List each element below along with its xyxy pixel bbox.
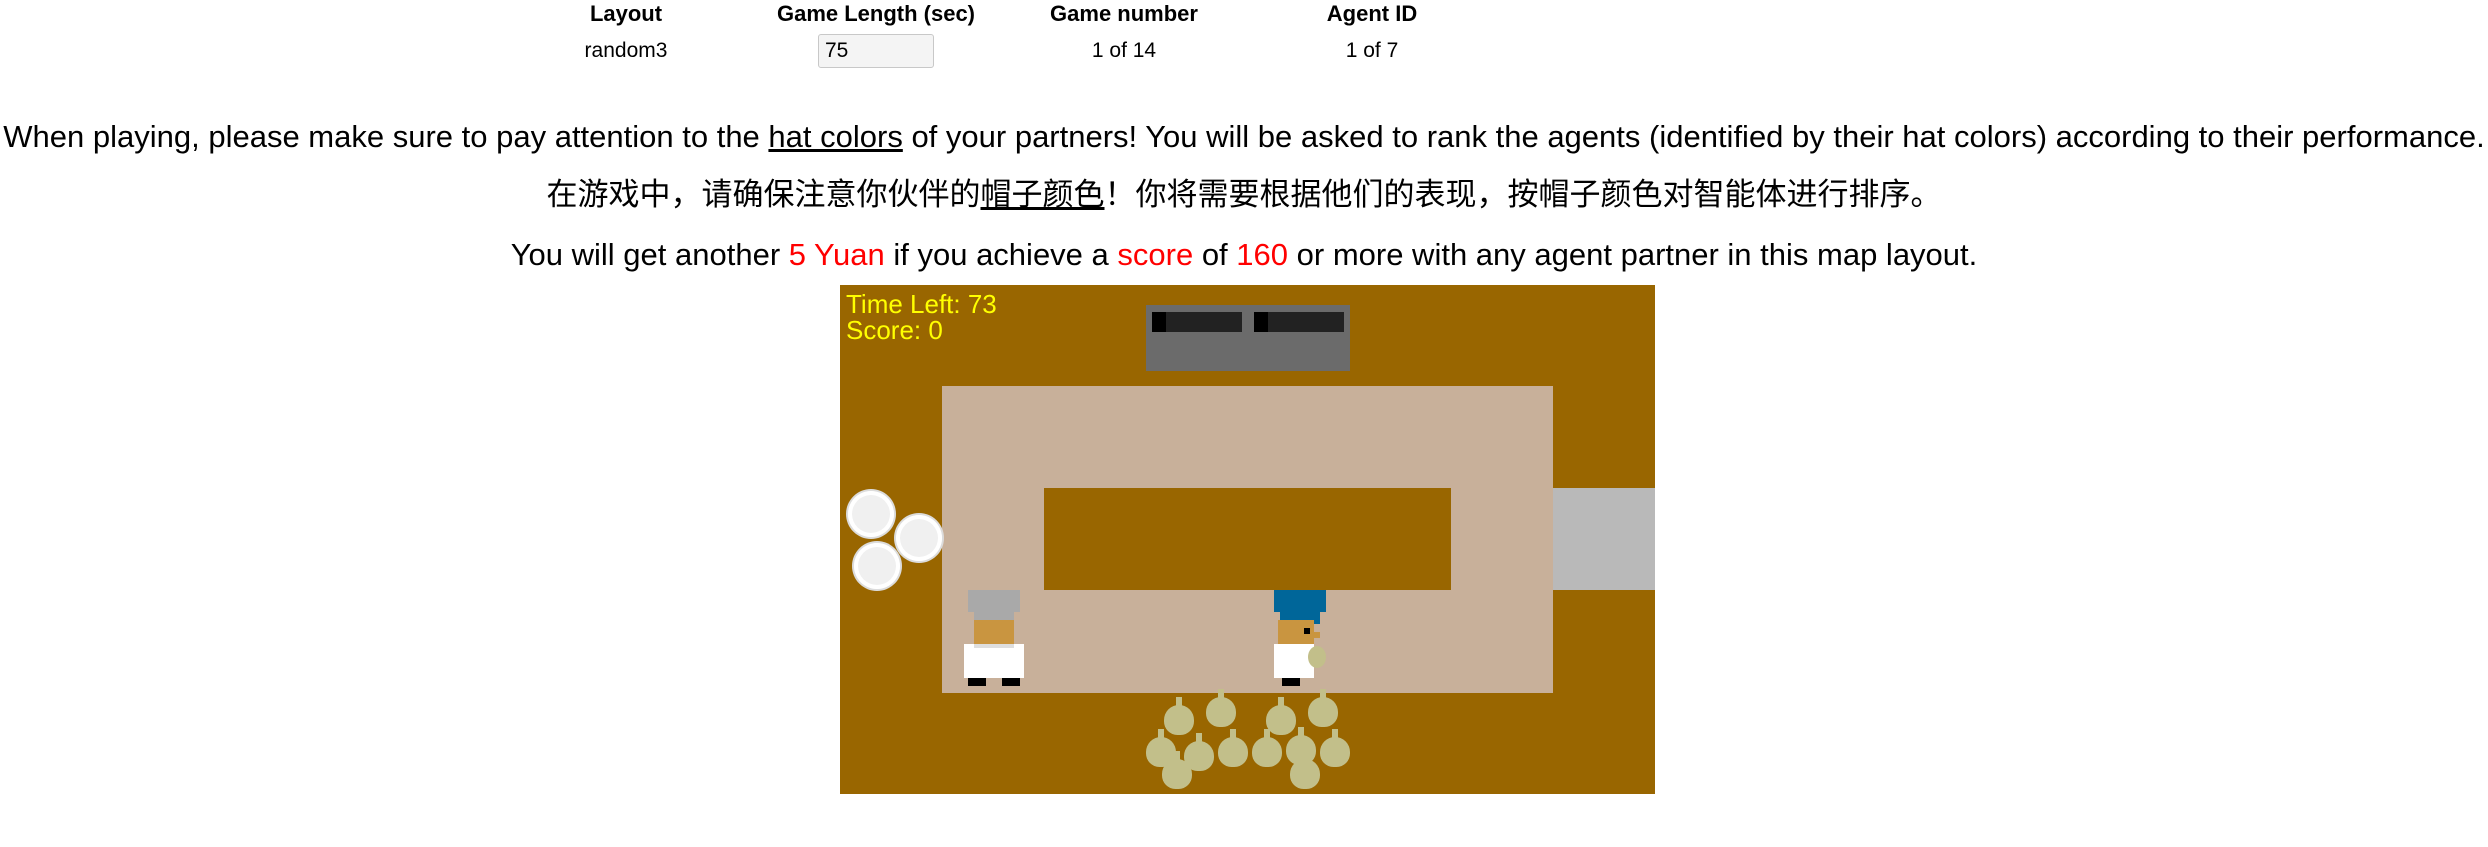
hat-colors-chinese-text: 帽子颜色 [980, 177, 1105, 212]
game-length-header: Game Length (sec) [776, 1, 976, 26]
game-info-table: Layout random3 Game Length (sec) Game nu… [0, 0, 2488, 80]
pot-station [1146, 305, 1350, 371]
game-number-value: 1 of 14 [1091, 39, 1157, 62]
time-left-label: Time Left: 73 [846, 289, 997, 319]
onion-icon [1162, 751, 1192, 789]
layout-value: random3 [584, 39, 668, 62]
dish-icon [896, 515, 942, 561]
reward-text-b: if you achieve a [884, 237, 1118, 272]
layout-column: Layout random3 [506, 0, 746, 64]
onion-icon [1218, 729, 1248, 767]
game-number-header: Game number [1050, 1, 1198, 26]
instruction-english: When playing, please make sure to pay at… [0, 117, 2488, 157]
held-onion-icon [1308, 646, 1326, 668]
reward-text-a: You will get another [510, 237, 789, 272]
instruction-chinese: 在游戏中，请确保注意你伙伴的帽子颜色！你将需要根据他们的表现，按帽子颜色对智能体… [0, 175, 2488, 215]
player-chef [1268, 590, 1332, 690]
score-target: 160 [1236, 237, 1289, 272]
onion-icon [1290, 751, 1320, 789]
partner-chef [962, 590, 1026, 690]
chef-hat-blue [1274, 590, 1326, 612]
dish-icon [848, 491, 894, 537]
game-number-column: Game number 1 of 14 [1004, 0, 1244, 64]
onion-icon [1320, 729, 1350, 767]
dish-icon [854, 543, 900, 589]
onion-icon [1164, 697, 1194, 735]
agent-id-column: Agent ID 1 of 7 [1252, 0, 1492, 64]
cooking-pot-right [1254, 312, 1344, 332]
onion-icon [1206, 689, 1236, 727]
instruction-english-post: of your partners! You will be asked to r… [902, 119, 2485, 154]
hat-colors-text: hat colors [768, 119, 903, 154]
game-length-input[interactable] [818, 34, 934, 68]
onion-icon [1252, 729, 1282, 767]
chef-hat-gray [968, 590, 1020, 612]
score-label: Score: 0 [846, 315, 943, 345]
onion-icon [1308, 689, 1338, 727]
reward-text-d: or more with any agent partner in this m… [1288, 237, 1978, 272]
agent-id-header: Agent ID [1326, 1, 1418, 26]
center-counter [1044, 488, 1451, 590]
instruction-chinese-pre: 在游戏中，请确保注意你伙伴的 [546, 177, 981, 212]
onion-icon [1266, 697, 1296, 735]
agent-id-value: 1 of 7 [1345, 39, 1399, 62]
score-word: score [1117, 237, 1194, 272]
reward-text-c: of [1193, 237, 1237, 272]
game-hud: Time Left: 73 Score: 0 [846, 291, 997, 343]
reward-notice: You will get another 5 Yuan if you achie… [0, 235, 2488, 275]
game-canvas[interactable]: Time Left: 73 Score: 0 [840, 285, 1655, 794]
instruction-chinese-post: ！你将需要根据他们的表现，按帽子颜色对智能体进行排序。 [1104, 177, 1942, 212]
reward-amount: 5 Yuan [788, 237, 885, 272]
layout-header: Layout [589, 1, 663, 26]
cooking-pot-left [1152, 312, 1242, 332]
instruction-english-pre: When playing, please make sure to pay at… [3, 119, 769, 154]
game-length-column: Game Length (sec) [756, 0, 996, 68]
serving-station [1553, 488, 1655, 590]
